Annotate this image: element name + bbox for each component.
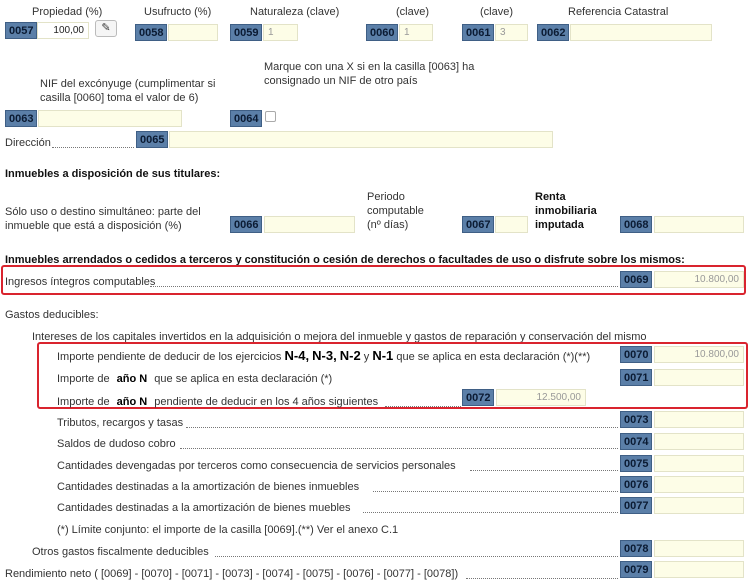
checkbox-0064[interactable]	[265, 111, 276, 122]
nif-excónyuge-label: NIF del excónyuge (cumplimentar si casil…	[40, 78, 216, 104]
box-0077: 0077	[620, 497, 653, 514]
input-0065[interactable]	[169, 131, 553, 148]
input-0078[interactable]	[654, 540, 744, 557]
box-0070: 0070	[620, 346, 653, 363]
comma: ,	[333, 348, 337, 363]
renta-label: Renta inmobiliaria imputada	[535, 191, 597, 231]
box-0059: 0059	[230, 24, 263, 41]
dotted-leader	[363, 511, 618, 513]
n2-label: N-2	[339, 348, 361, 363]
n1-label: N-1	[372, 348, 394, 363]
input-0075[interactable]	[654, 455, 744, 472]
box-0078: 0078	[620, 540, 653, 557]
text-b: pendiente de deducir en los 4 años sigui…	[154, 396, 379, 408]
input-0058[interactable]	[168, 24, 218, 41]
usufructo-label: Usufructo (%)	[144, 6, 212, 18]
text-a: Importe pendiente de deducir de los ejer…	[57, 351, 282, 363]
box-0065: 0065	[136, 131, 169, 148]
dotted-leader	[466, 577, 618, 579]
box-0066: 0066	[230, 216, 263, 233]
pencil-icon[interactable]: ✎	[95, 20, 117, 37]
text-b: que se aplica en esta declaración (*)	[154, 373, 333, 385]
disposicion-title: Inmuebles a disposición de sus titulares…	[5, 168, 221, 180]
box-0060: 0060	[366, 24, 399, 41]
dotted-leader	[373, 490, 618, 492]
clave1-label: (clave)	[396, 6, 430, 18]
input-0068[interactable]	[654, 216, 744, 233]
dotted-leader	[150, 285, 618, 287]
saldos-label: Saldos de dudoso cobro	[57, 438, 176, 450]
input-0079[interactable]	[654, 561, 744, 578]
ingresos-label: Ingresos íntegros computables	[5, 276, 156, 288]
direccion-label: Dirección	[5, 137, 51, 149]
box-0061: 0061	[462, 24, 495, 41]
y-text: y	[363, 351, 370, 363]
dotted-leader	[186, 426, 618, 428]
box-0068: 0068	[620, 216, 653, 233]
propiedad-label: Propiedad (%)	[32, 6, 103, 18]
box-0079: 0079	[620, 561, 653, 578]
text-a: Importe de	[57, 373, 110, 385]
box-0071: 0071	[620, 369, 653, 386]
cantidades-label: Cantidades devengadas por terceros como …	[57, 460, 456, 472]
input-0069[interactable]: 10.800,00	[654, 271, 744, 288]
input-0063[interactable]	[38, 110, 182, 127]
amort-muebles-label: Cantidades destinadas a la amortización …	[57, 502, 351, 514]
tributos-label: Tributos, recargos y tasas	[57, 417, 184, 429]
box-0072: 0072	[462, 389, 495, 406]
dotted-leader	[470, 469, 618, 471]
input-0062[interactable]	[570, 24, 712, 41]
box-0076: 0076	[620, 476, 653, 493]
marque-label: Marque con una X si en la casilla [0063]…	[264, 61, 475, 87]
box-0064: 0064	[230, 110, 263, 127]
box-0067: 0067	[462, 216, 495, 233]
input-0057[interactable]: 100,00	[37, 22, 89, 39]
box-0063: 0063	[5, 110, 38, 127]
clave2-label: (clave)	[480, 6, 514, 18]
row-0071-label: Importe de año N que se aplica en esta d…	[57, 372, 332, 386]
box-0073: 0073	[620, 411, 653, 428]
referencia-label: Referencia Catastral	[568, 6, 669, 18]
dotted-leader	[385, 405, 461, 407]
anio-n-label: año N	[116, 396, 148, 408]
input-0071[interactable]	[654, 369, 744, 386]
input-0059[interactable]: 1	[263, 24, 298, 41]
input-0060[interactable]: 1	[399, 24, 433, 41]
box-0057: 0057	[5, 22, 38, 39]
input-0061[interactable]: 3	[495, 24, 528, 41]
input-0074[interactable]	[654, 433, 744, 450]
otros-gastos-label: Otros gastos fiscalmente deducibles	[32, 546, 209, 558]
box-0069: 0069	[620, 271, 653, 288]
box-0058: 0058	[135, 24, 168, 41]
input-0070[interactable]: 10.800,00	[654, 346, 744, 363]
input-0072[interactable]: 12.500,00	[496, 389, 586, 406]
gastos-title: Gastos deducibles:	[5, 309, 99, 321]
box-0062: 0062	[537, 24, 570, 41]
comma: ,	[305, 348, 310, 363]
dotted-leader	[215, 555, 618, 557]
dotted-leader	[180, 447, 618, 449]
naturaleza-label: Naturaleza (clave)	[250, 6, 340, 18]
uso-label: Sólo uso o destino simultáneo: parte del…	[5, 206, 201, 232]
text-a: Importe de	[57, 396, 110, 408]
n4-label: N-4	[284, 348, 306, 363]
row-0072-label: Importe de año N pendiente de deducir en…	[57, 395, 378, 409]
box-0075: 0075	[620, 455, 653, 472]
row-0070-label: Importe pendiente de deducir de los ejer…	[57, 349, 590, 364]
input-0067[interactable]	[495, 216, 528, 233]
box-0074: 0074	[620, 433, 653, 450]
amort-inmuebles-label: Cantidades destinadas a la amortización …	[57, 481, 360, 493]
n3-label: N-3	[312, 348, 334, 363]
anio-n-label: año N	[116, 373, 148, 385]
input-0077[interactable]	[654, 497, 744, 514]
input-0066[interactable]	[264, 216, 355, 233]
rendimiento-neto-label: Rendimiento neto ( [0069] - [0070] - [00…	[5, 568, 459, 580]
nota-limite: (*) Límite conjunto: el importe de la ca…	[57, 524, 399, 536]
input-0073[interactable]	[654, 411, 744, 428]
dotted-leader	[52, 146, 134, 148]
text-b: que se aplica en esta declaración (*)(**…	[396, 351, 591, 363]
periodo-label: Periodo computable (nº días)	[367, 191, 424, 231]
input-0076[interactable]	[654, 476, 744, 493]
